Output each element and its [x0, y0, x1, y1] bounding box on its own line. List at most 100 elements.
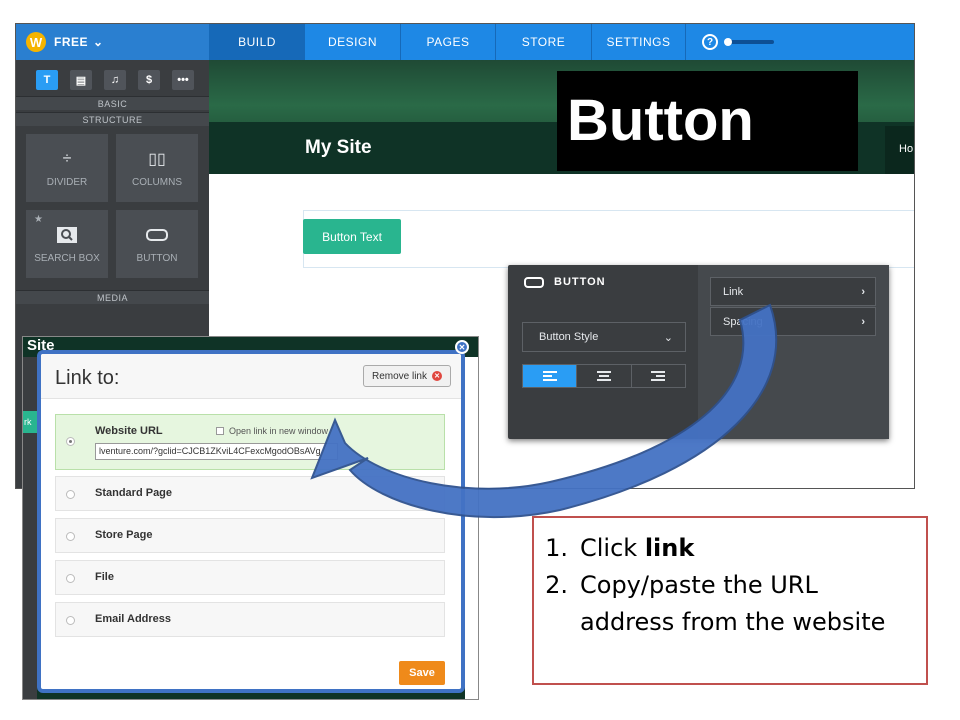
step-2-text: Copy/paste the URL address from the webs…: [580, 571, 886, 636]
store-tool-icon[interactable]: $: [138, 70, 160, 90]
tile-divider[interactable]: ÷ DIVIDER: [26, 134, 108, 202]
tab-build[interactable]: BUILD: [209, 24, 304, 60]
help-button[interactable]: ?: [698, 34, 722, 50]
radio-email-address[interactable]: [66, 616, 75, 625]
columns-icon: ▯▯: [148, 150, 166, 168]
divider-icon: ÷: [62, 149, 72, 167]
progress-dot: [724, 38, 732, 46]
option-email-address[interactable]: Email Address: [55, 602, 445, 637]
overlay-title: Button: [557, 71, 858, 171]
align-left-icon: [542, 371, 557, 381]
step-1-bold: link: [644, 534, 695, 562]
align-center-button[interactable]: [576, 365, 630, 387]
link-dialog: Link to: Remove link ✕ Website URL Open …: [37, 350, 465, 693]
step-number: 1.: [545, 534, 568, 562]
spacing-row-label: Spacing: [723, 315, 763, 328]
music-tool-icon[interactable]: ♫: [104, 70, 126, 90]
open-new-window-checkbox[interactable]: Open link in new window: [216, 426, 328, 436]
spacing-row[interactable]: Spacing ›: [710, 307, 876, 336]
option-label: Store Page: [95, 529, 153, 541]
background-page: [465, 357, 478, 699]
panel-left: BUTTON Button Style ⌄: [508, 265, 698, 439]
site-title[interactable]: My Site: [305, 137, 372, 159]
option-label: Standard Page: [95, 487, 173, 499]
open-new-window-label: Open link in new window: [229, 426, 329, 436]
tile-label: BUTTON: [136, 252, 178, 264]
radio-file[interactable]: [66, 574, 75, 583]
site-button[interactable]: Button Text: [303, 219, 401, 254]
save-button[interactable]: Save: [399, 661, 445, 685]
more-tools-icon[interactable]: •••: [172, 70, 194, 90]
search-box-icon: [57, 225, 77, 245]
button-style-select[interactable]: Button Style ⌄: [522, 322, 686, 352]
tab-design[interactable]: DESIGN: [304, 24, 400, 60]
weebly-logo-icon: W: [26, 32, 46, 52]
tile-label: DIVIDER: [46, 176, 88, 188]
link-row[interactable]: Link ›: [710, 277, 876, 306]
text-tool-icon[interactable]: T: [36, 70, 58, 90]
instructions-box: 1. Click link 2. Copy/paste the URL addr…: [532, 516, 928, 685]
layout-tool-icon[interactable]: ▤: [70, 70, 92, 90]
close-icon[interactable]: ✕: [455, 340, 469, 354]
background-sidebar: [23, 357, 37, 699]
dialog-titlebar: Link to: Remove link ✕: [41, 354, 461, 399]
radio-website-url[interactable]: [66, 437, 75, 446]
align-right-button[interactable]: [630, 365, 685, 387]
option-label: Email Address: [95, 613, 172, 625]
instruction-step-2: 2. Copy/paste the URL address from the w…: [534, 567, 914, 641]
tile-button[interactable]: BUTTON: [116, 210, 198, 278]
panel-header: BUTTON: [524, 276, 606, 288]
site-nav-item[interactable]: Ho: [885, 126, 914, 174]
option-label: Website URL: [95, 425, 163, 437]
main-nav: BUILD DESIGN PAGES STORE SETTINGS: [209, 24, 686, 60]
chevron-down-icon: ⌄: [93, 35, 104, 49]
chevron-down-icon: ⌄: [663, 331, 673, 344]
top-bar: W FREE ⌄ BUILD DESIGN PAGES STORE SETTIN…: [16, 24, 914, 60]
option-standard-page[interactable]: Standard Page: [55, 476, 445, 511]
step-1-text: Click: [580, 534, 645, 562]
align-right-icon: [651, 371, 666, 381]
option-file[interactable]: File: [55, 560, 445, 595]
step-text: Click link: [580, 530, 914, 567]
progress-bar: [724, 38, 774, 46]
tool-tabs: T ▤ ♫ $ •••: [16, 60, 209, 90]
option-label: File: [95, 571, 114, 583]
remove-link-label: Remove link: [371, 370, 427, 382]
background-button-partial: rk: [23, 411, 37, 433]
tile-label: COLUMNS: [131, 176, 182, 188]
tile-label: SEARCH BOX: [34, 252, 100, 264]
section-media: MEDIA: [16, 290, 209, 304]
tile-columns[interactable]: ▯▯ COLUMNS: [116, 134, 198, 202]
section-basic: BASIC: [16, 96, 209, 110]
chevron-right-icon: ›: [861, 285, 865, 298]
brand-menu[interactable]: W FREE ⌄: [16, 24, 209, 60]
option-store-page[interactable]: Store Page: [55, 518, 445, 553]
checkbox-icon: [216, 427, 224, 435]
instruction-list: 1. Click link 2. Copy/paste the URL addr…: [534, 530, 914, 641]
instruction-step-1: 1. Click link: [534, 530, 914, 567]
remove-link-button[interactable]: Remove link ✕: [362, 365, 451, 387]
radio-standard-page[interactable]: [66, 490, 75, 499]
button-settings-panel: BUTTON Button Style ⌄ Link › Spacing ›: [508, 265, 889, 439]
step-number: 2.: [545, 571, 568, 599]
tab-pages[interactable]: PAGES: [400, 24, 495, 60]
button-element-icon: [146, 225, 168, 245]
panel-right: Link › Spacing ›: [698, 265, 889, 439]
link-row-label: Link: [723, 285, 744, 298]
align-center-icon: [596, 371, 611, 381]
remove-icon: ✕: [432, 371, 442, 381]
link-dialog-screenshot: Site rk Link to: Remove link ✕ Website U…: [22, 336, 479, 700]
tab-settings[interactable]: SETTINGS: [591, 24, 686, 60]
align-left-button[interactable]: [523, 365, 577, 387]
plan-label: FREE: [54, 35, 89, 49]
tab-store[interactable]: STORE: [495, 24, 591, 60]
radio-store-page[interactable]: [66, 532, 75, 541]
dialog-title: Link to:: [55, 367, 120, 389]
option-website-url[interactable]: Website URL Open link in new window lven…: [55, 414, 445, 470]
url-input[interactable]: lventure.com/?gclid=CJCB1ZKviL4CFexcMgod…: [95, 443, 338, 460]
panel-title: BUTTON: [554, 276, 606, 288]
help-icon: ?: [702, 34, 718, 50]
alignment-group: [522, 364, 686, 388]
tile-search-box[interactable]: ★ SEARCH BOX: [26, 210, 108, 278]
chevron-right-icon: ›: [861, 315, 865, 328]
